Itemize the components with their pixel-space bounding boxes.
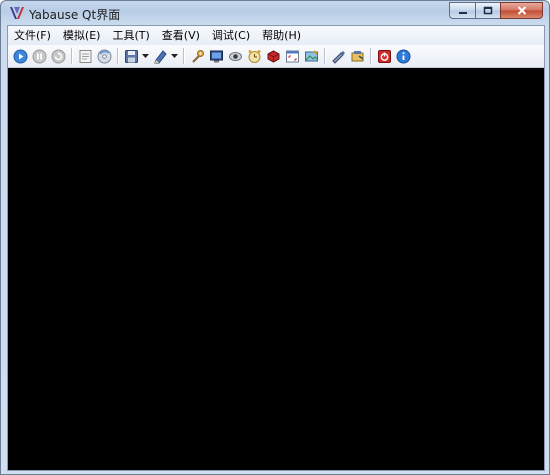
play-button[interactable] xyxy=(11,47,29,65)
menu-emulation[interactable]: 模拟(E) xyxy=(57,26,107,45)
toolbar-separator xyxy=(117,48,119,64)
load-state-dropdown[interactable] xyxy=(170,47,178,65)
pause-button[interactable] xyxy=(30,47,48,65)
settings-icon xyxy=(191,49,204,63)
yabause-logo-icon xyxy=(10,7,24,19)
minimize-icon xyxy=(458,11,467,14)
play-icon xyxy=(13,49,27,63)
cheats-icon xyxy=(228,51,242,61)
settings-button[interactable] xyxy=(188,47,206,65)
chevron-down-icon xyxy=(170,54,178,58)
menu-tools[interactable]: 工具(T) xyxy=(106,26,155,45)
screenshot-button[interactable] xyxy=(302,47,320,65)
maximize-icon xyxy=(483,6,493,15)
maximize-button[interactable] xyxy=(475,2,500,19)
vdp-icon xyxy=(209,50,223,62)
pause-icon xyxy=(32,49,46,63)
chevron-down-icon xyxy=(141,54,149,58)
toolbar-separator xyxy=(324,48,326,64)
menu-help[interactable]: 帮助(H) xyxy=(256,26,307,45)
vdp-button[interactable] xyxy=(207,47,225,65)
power-button[interactable] xyxy=(375,47,393,65)
pad-icon xyxy=(351,50,363,61)
load-state-button[interactable] xyxy=(151,47,169,65)
memory-button[interactable] xyxy=(264,47,282,65)
caption-buttons xyxy=(449,2,543,20)
frame-skip-icon xyxy=(248,49,260,63)
menu-view[interactable]: 查看(V) xyxy=(156,26,206,45)
fullscreen-icon xyxy=(285,50,299,62)
layers-icon xyxy=(331,50,345,64)
save-state-dropdown[interactable] xyxy=(141,47,149,65)
app-window: Yabause Qt界面 文件(F) 模拟(E) 工具(T) 查看(V) 调试(… xyxy=(0,0,550,475)
toolbar-separator xyxy=(71,48,73,64)
screenshot-icon xyxy=(304,49,318,61)
cheats-button[interactable] xyxy=(226,47,244,65)
memory-icon xyxy=(267,49,279,63)
close-button[interactable] xyxy=(500,2,543,19)
open-iso-icon xyxy=(79,49,91,63)
open-cd-button[interactable] xyxy=(95,47,113,65)
emulator-display[interactable] xyxy=(8,68,544,470)
fullscreen-button[interactable] xyxy=(283,47,301,65)
about-icon xyxy=(396,49,410,63)
save-state-button[interactable] xyxy=(122,47,140,65)
layers-button[interactable] xyxy=(329,47,347,65)
toolbar-separator xyxy=(370,48,372,64)
menu-file[interactable]: 文件(F) xyxy=(8,26,57,45)
title-bar[interactable]: Yabause Qt界面 xyxy=(1,1,549,25)
menu-bar: 文件(F) 模拟(E) 工具(T) 查看(V) 调试(C) 帮助(H) xyxy=(8,26,544,45)
close-icon xyxy=(517,6,526,15)
window-title: Yabause Qt界面 xyxy=(29,8,121,22)
minimize-button[interactable] xyxy=(449,2,475,19)
open-cd-icon xyxy=(97,49,111,63)
power-icon xyxy=(377,49,391,63)
frame-skip-button[interactable] xyxy=(245,47,263,65)
save-state-icon xyxy=(124,49,138,63)
client-area: 文件(F) 模拟(E) 工具(T) 查看(V) 调试(C) 帮助(H) xyxy=(7,25,545,471)
about-button[interactable] xyxy=(394,47,412,65)
toolbar xyxy=(8,45,544,68)
reset-button[interactable] xyxy=(49,47,67,65)
menu-debug[interactable]: 调试(C) xyxy=(206,26,256,45)
reset-icon xyxy=(51,49,65,63)
pad-button[interactable] xyxy=(348,47,366,65)
load-state-icon xyxy=(153,49,167,63)
toolbar-separator xyxy=(183,48,185,64)
open-iso-button[interactable] xyxy=(76,47,94,65)
